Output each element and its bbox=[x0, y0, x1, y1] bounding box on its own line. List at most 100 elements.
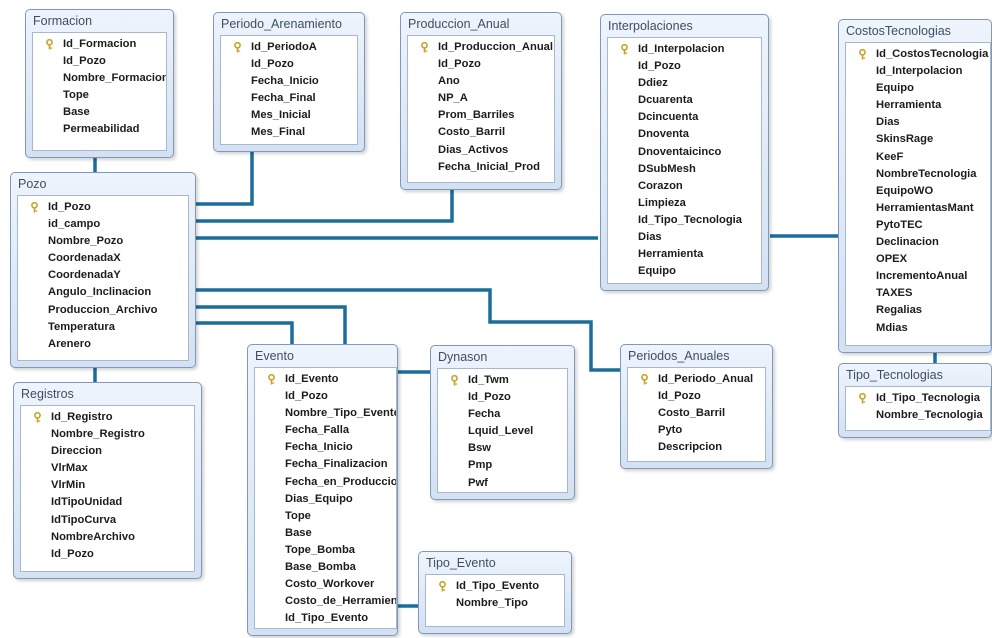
field-row[interactable]: Direccion bbox=[21, 443, 194, 460]
field-row[interactable]: Fecha_Inicio bbox=[255, 439, 396, 456]
field-row[interactable]: Dnoventa bbox=[608, 126, 761, 143]
field-row[interactable]: Declinacion bbox=[846, 234, 990, 251]
field-row[interactable]: Id_Pozo bbox=[628, 388, 765, 405]
field-row[interactable]: Bsw bbox=[438, 440, 567, 457]
field-row[interactable]: Mes_Inicial bbox=[221, 107, 357, 124]
field-row[interactable]: Tope_Bomba bbox=[255, 542, 396, 559]
field-row[interactable]: OPEX bbox=[846, 251, 990, 268]
field-row-primary-key[interactable]: Id_Periodo_Anual bbox=[628, 371, 765, 388]
field-row[interactable]: Herramienta bbox=[846, 97, 990, 114]
field-row[interactable]: Nombre_Registro bbox=[21, 426, 194, 443]
field-row[interactable]: Angulo_Inclinacion bbox=[18, 284, 188, 301]
field-row[interactable]: Fecha bbox=[438, 406, 567, 423]
field-row[interactable]: IdTipoUnidad bbox=[21, 494, 194, 511]
field-row[interactable]: Equipo bbox=[608, 263, 761, 280]
field-row[interactable]: Nombre_Tecnologia bbox=[846, 407, 990, 424]
field-row[interactable]: VlrMin bbox=[21, 477, 194, 494]
field-row[interactable]: Fecha_Finalizacion bbox=[255, 456, 396, 473]
field-row[interactable]: Dias_Equipo bbox=[255, 491, 396, 508]
field-row[interactable]: Fecha_Inicio bbox=[221, 73, 357, 90]
field-row[interactable]: KeeF bbox=[846, 149, 990, 166]
field-row[interactable]: Id_Pozo bbox=[21, 546, 194, 563]
field-row[interactable]: id_campo bbox=[18, 216, 188, 233]
field-row[interactable]: Nombre_Pozo bbox=[18, 233, 188, 250]
field-row[interactable]: Equipo bbox=[846, 80, 990, 97]
table-evento[interactable]: Evento Id_Evento Id_Pozo Nombre_Tipo_Eve… bbox=[247, 344, 398, 636]
field-row[interactable]: Id_Pozo bbox=[221, 56, 357, 73]
field-row[interactable]: EquipoWO bbox=[846, 183, 990, 200]
field-row[interactable]: Dcuarenta bbox=[608, 92, 761, 109]
table-pozo[interactable]: Pozo Id_Pozo id_campo Nombre_Pozo Coorde… bbox=[10, 172, 196, 368]
field-row[interactable]: Base bbox=[33, 104, 166, 121]
field-row[interactable]: Pmp bbox=[438, 457, 567, 474]
field-row-primary-key[interactable]: Id_CostosTecnologia bbox=[846, 46, 990, 63]
field-row-primary-key[interactable]: Id_Formacion bbox=[33, 36, 166, 53]
field-row[interactable]: Costo_Barril bbox=[408, 124, 554, 141]
field-row-primary-key[interactable]: Id_Evento bbox=[255, 371, 396, 388]
field-row[interactable]: Fecha_Falla bbox=[255, 422, 396, 439]
field-row[interactable]: Corazon bbox=[608, 178, 761, 195]
table-dynason[interactable]: Dynason Id_Twm Id_Pozo Fecha Lquid_Level… bbox=[430, 345, 575, 500]
field-row[interactable]: Arenero bbox=[18, 336, 188, 353]
field-row[interactable]: Tope bbox=[33, 87, 166, 104]
field-row-primary-key[interactable]: Id_Pozo bbox=[18, 199, 188, 216]
field-row[interactable]: NombreArchivo bbox=[21, 529, 194, 546]
table-tipo-evento[interactable]: Tipo_Evento Id_Tipo_Evento Nombre_Tipo bbox=[418, 551, 572, 634]
field-row[interactable]: Tope bbox=[255, 508, 396, 525]
field-row[interactable]: Mdias bbox=[846, 320, 990, 337]
field-row[interactable]: Dcincuenta bbox=[608, 109, 761, 126]
field-row-primary-key[interactable]: Id_Tipo_Tecnologia bbox=[846, 390, 990, 407]
field-row[interactable]: Dias_Activos bbox=[408, 142, 554, 159]
table-interpolaciones[interactable]: Interpolaciones Id_Interpolacion Id_Pozo… bbox=[600, 14, 769, 291]
field-row[interactable]: Regalias bbox=[846, 302, 990, 319]
table-produccion-anual[interactable]: Produccion_Anual Id_Produccion_Anual Id_… bbox=[400, 12, 562, 190]
field-row[interactable]: Base bbox=[255, 525, 396, 542]
table-formacion[interactable]: Formacion Id_Formacion Id_Pozo Nombre_Fo… bbox=[25, 9, 174, 158]
field-row[interactable]: Costo_de_Herramienta bbox=[255, 593, 396, 610]
field-row[interactable]: Id_Interpolacion bbox=[846, 63, 990, 80]
table-periodos-anuales[interactable]: Periodos_Anuales Id_Periodo_Anual Id_Poz… bbox=[620, 344, 773, 469]
field-row[interactable]: Descripcion bbox=[628, 439, 765, 456]
field-row[interactable]: NP_A bbox=[408, 90, 554, 107]
table-tipo-tecnologias[interactable]: Tipo_Tecnologias Id_Tipo_Tecnologia Nomb… bbox=[838, 363, 992, 438]
field-row[interactable]: CoordenadaX bbox=[18, 250, 188, 267]
field-row[interactable]: SkinsRage bbox=[846, 131, 990, 148]
field-row[interactable]: Id_Pozo bbox=[33, 53, 166, 70]
field-row[interactable]: Base_Bomba bbox=[255, 559, 396, 576]
field-row[interactable]: Permeabilidad bbox=[33, 121, 166, 138]
field-row[interactable]: Fecha_Final bbox=[221, 90, 357, 107]
field-row[interactable]: Lquid_Level bbox=[438, 423, 567, 440]
field-row[interactable]: Nombre_Tipo bbox=[426, 595, 564, 612]
field-row[interactable]: Id_Pozo bbox=[608, 58, 761, 75]
field-row[interactable]: Pyto bbox=[628, 422, 765, 439]
field-row[interactable]: VlrMax bbox=[21, 460, 194, 477]
field-row[interactable]: Prom_Barriles bbox=[408, 107, 554, 124]
field-row[interactable]: Dias bbox=[846, 114, 990, 131]
field-row[interactable]: PytoTEC bbox=[846, 217, 990, 234]
table-periodo-arenamiento[interactable]: Periodo_Arenamiento Id_PeriodoA Id_Pozo … bbox=[213, 12, 365, 152]
field-row[interactable]: CoordenadaY bbox=[18, 267, 188, 284]
field-row[interactable]: Produccion_Archivo bbox=[18, 302, 188, 319]
field-row-primary-key[interactable]: Id_Twm bbox=[438, 372, 567, 389]
field-row[interactable]: DSubMesh bbox=[608, 161, 761, 178]
field-row[interactable]: Dias bbox=[608, 229, 761, 246]
field-row[interactable]: Limpieza bbox=[608, 195, 761, 212]
field-row[interactable]: Pwf bbox=[438, 475, 567, 492]
field-row[interactable]: NombreTecnologia bbox=[846, 166, 990, 183]
field-row[interactable]: Nombre_Formacion bbox=[33, 70, 166, 87]
field-row-primary-key[interactable]: Id_PeriodoA bbox=[221, 39, 357, 56]
field-row[interactable]: IncrementoAnual bbox=[846, 268, 990, 285]
field-row[interactable]: Id_Tipo_Tecnologia bbox=[608, 212, 761, 229]
field-row[interactable]: Ddiez bbox=[608, 75, 761, 92]
field-row-primary-key[interactable]: Id_Registro bbox=[21, 409, 194, 426]
field-row[interactable]: Id_Tipo_Evento bbox=[255, 610, 396, 627]
field-row[interactable]: Id_Pozo bbox=[408, 56, 554, 73]
field-row[interactable]: Herramienta bbox=[608, 246, 761, 263]
field-row[interactable]: Mes_Final bbox=[221, 124, 357, 141]
field-row-primary-key[interactable]: Id_Interpolacion bbox=[608, 41, 761, 58]
field-row[interactable]: Fecha_en_Produccion bbox=[255, 474, 396, 491]
field-row[interactable]: Ano bbox=[408, 73, 554, 90]
field-row[interactable]: Fecha_Inicial_Prod bbox=[408, 159, 554, 176]
table-registros[interactable]: Registros Id_Registro Nombre_Registro Di… bbox=[13, 382, 202, 579]
field-row[interactable]: Dnoventaicinco bbox=[608, 144, 761, 161]
